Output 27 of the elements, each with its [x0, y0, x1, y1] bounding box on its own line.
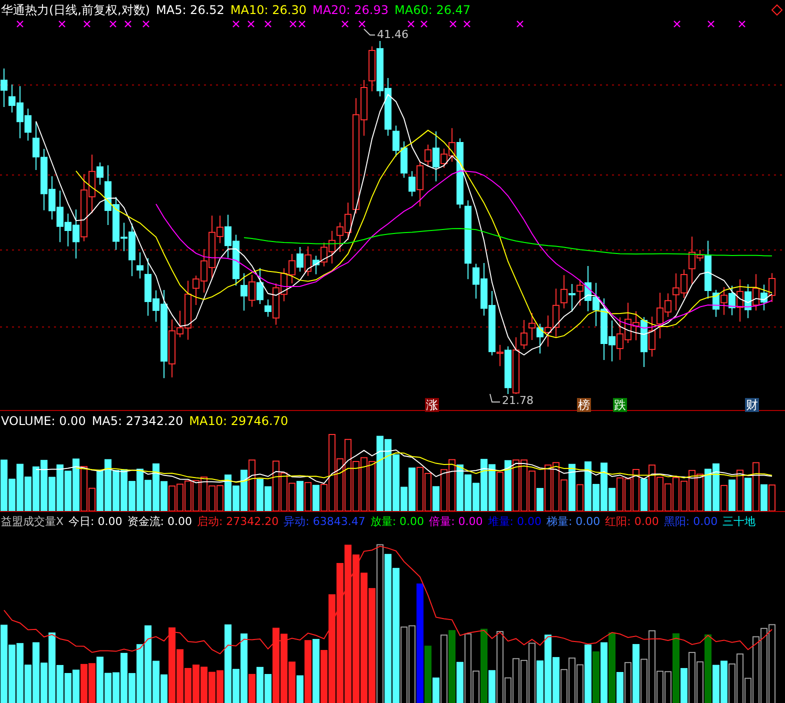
indicator-value: 资金流: 0.00: [127, 515, 192, 529]
indicator-value: MA10: 26.30: [230, 3, 306, 17]
indicator-value: MA20: 26.93: [312, 3, 389, 17]
diamond-icon: [771, 4, 783, 16]
indicator-value: VOLUME: 0.00: [1, 414, 86, 428]
indicator-value: 放量: 0.00: [370, 515, 424, 529]
event-tag[interactable]: 涨: [425, 398, 439, 412]
indicator-value: 倍量: 0.00: [429, 515, 483, 529]
indicator-value: 益盟成交量X: [1, 515, 64, 529]
indicator-value: 黑阳: 0.00: [664, 515, 718, 529]
event-tag[interactable]: 榜: [577, 398, 591, 412]
indicator-value: 堆量: 0.00: [488, 515, 542, 529]
stock-title: 华通热力(日线,前复权,对数): [1, 3, 150, 17]
indicator-value: MA60: 26.47: [394, 3, 471, 17]
indicator-value: MA10: 29746.70: [189, 414, 288, 428]
event-tag[interactable]: 跌: [613, 398, 627, 412]
indicator-value: MA5: 26.52: [156, 3, 224, 17]
indicator-value: 启动: 27342.20: [196, 515, 279, 529]
high-price-label: 41.46: [377, 28, 408, 41]
indicator-value: 红阳: 0.00: [605, 515, 659, 529]
event-tag[interactable]: 财: [745, 398, 759, 412]
indicator-value: MA5: 27342.20: [92, 414, 184, 428]
indicator-value: 三十地: [722, 515, 756, 529]
indicator-value: 今日: 0.00: [68, 515, 122, 529]
indicator-value: 梯量: 0.00: [546, 515, 600, 529]
low-price-label: 21.78: [502, 394, 534, 407]
indicator-value: 异动: 63843.47: [284, 515, 366, 529]
